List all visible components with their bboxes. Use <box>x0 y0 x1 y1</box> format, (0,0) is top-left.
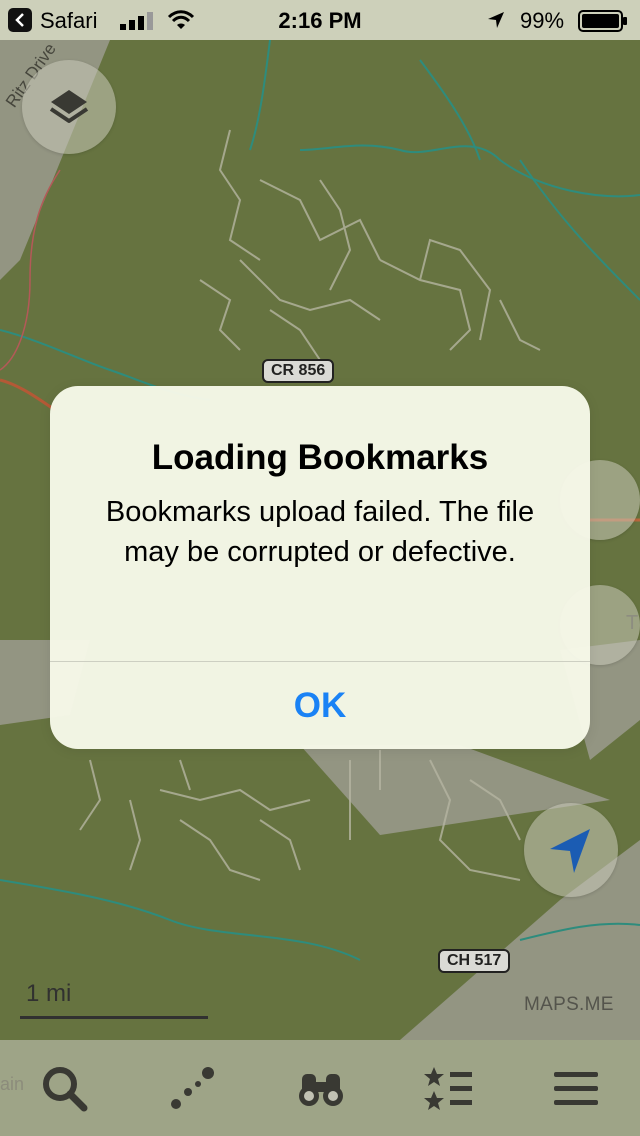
alert-title: Loading Bookmarks <box>151 438 489 477</box>
status-bar: Safari 2:16 PM 99% <box>0 0 640 40</box>
alert-message: Bookmarks upload failed. The file may be… <box>105 496 535 568</box>
maps-screen: Ritz Drive T CR 856 CH 517 1 mi MAPS.ME … <box>0 0 640 1136</box>
battery-icon <box>578 10 627 32</box>
location-services-icon <box>488 12 504 28</box>
ok-button[interactable]: OK <box>50 662 590 749</box>
alert-dialog: Loading Bookmarks Bookmarks upload faile… <box>50 386 590 749</box>
battery-percentage: 99% <box>520 8 565 33</box>
